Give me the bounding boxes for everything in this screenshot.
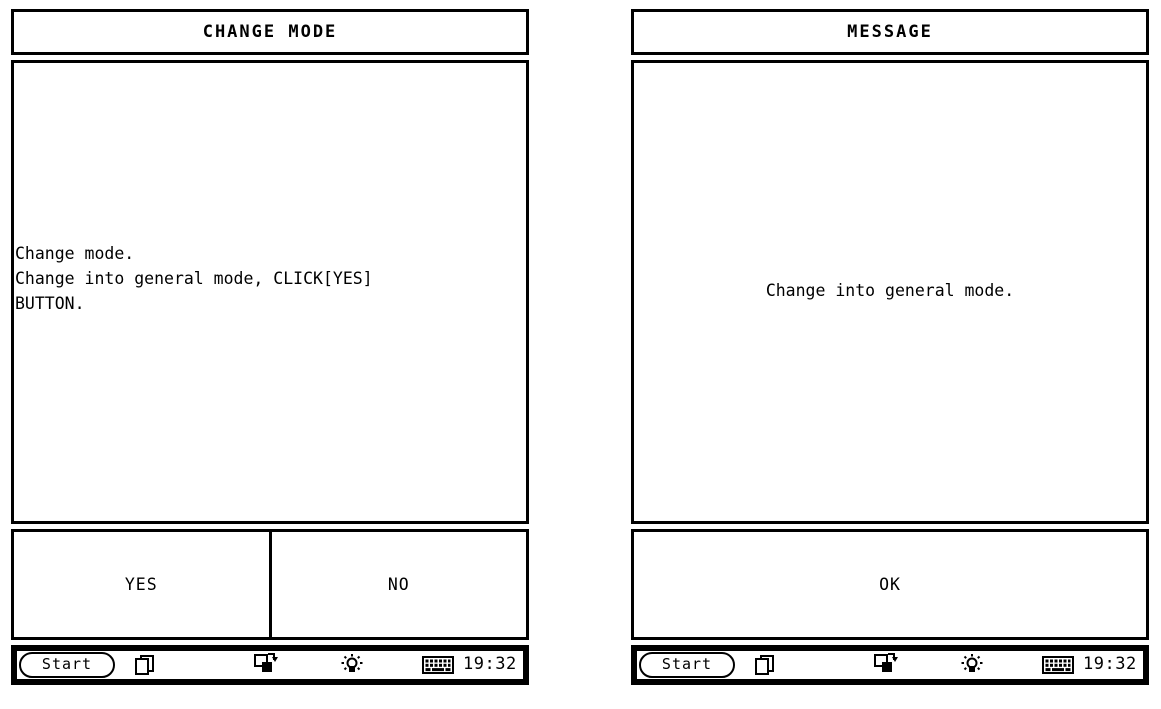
clock: 19:32 — [463, 654, 517, 674]
title-bar: MESSAGE — [631, 9, 1149, 55]
taskbar: Start 19:32 — [631, 645, 1149, 685]
message-text: Change into general mode. — [765, 281, 1015, 300]
windows-stack-icon[interactable] — [133, 651, 157, 679]
clock: 19:32 — [1083, 654, 1137, 674]
start-button-label: Start — [661, 655, 713, 673]
button-bar: YES NO — [11, 529, 529, 640]
taskbar-inner: Start 19:32 — [637, 651, 1143, 679]
keyboard-icon[interactable] — [1041, 651, 1075, 679]
no-button[interactable]: NO — [268, 532, 526, 637]
ok-button[interactable]: OK — [634, 532, 1146, 637]
start-button-label: Start — [41, 655, 93, 673]
device-screen-message: MESSAGE Change into general mode. OK Sta… — [631, 9, 1149, 700]
page-title: CHANGE MODE — [202, 22, 338, 42]
taskbar: Start 19:32 — [11, 645, 529, 685]
button-bar: OK — [631, 529, 1149, 640]
screen-rotate-icon[interactable] — [873, 651, 901, 679]
dual-screen-container: CHANGE MODE Change mode. Change into gen… — [0, 0, 1161, 709]
title-bar: CHANGE MODE — [11, 9, 529, 55]
start-button[interactable]: Start — [639, 652, 735, 678]
content-area: Change into general mode. — [631, 60, 1149, 524]
message-text: Change mode. Change into general mode, C… — [15, 244, 373, 313]
device-screen-change-mode: CHANGE MODE Change mode. Change into gen… — [11, 9, 529, 700]
yes-button[interactable]: YES — [14, 532, 269, 637]
screen-rotate-icon[interactable] — [253, 651, 281, 679]
windows-stack-icon[interactable] — [753, 651, 777, 679]
brightness-icon[interactable] — [959, 651, 985, 679]
taskbar-inner: Start 19:32 — [17, 651, 523, 679]
content-area: Change mode. Change into general mode, C… — [11, 60, 529, 524]
page-title: MESSAGE — [847, 22, 933, 42]
start-button[interactable]: Start — [19, 652, 115, 678]
keyboard-icon[interactable] — [421, 651, 455, 679]
brightness-icon[interactable] — [339, 651, 365, 679]
